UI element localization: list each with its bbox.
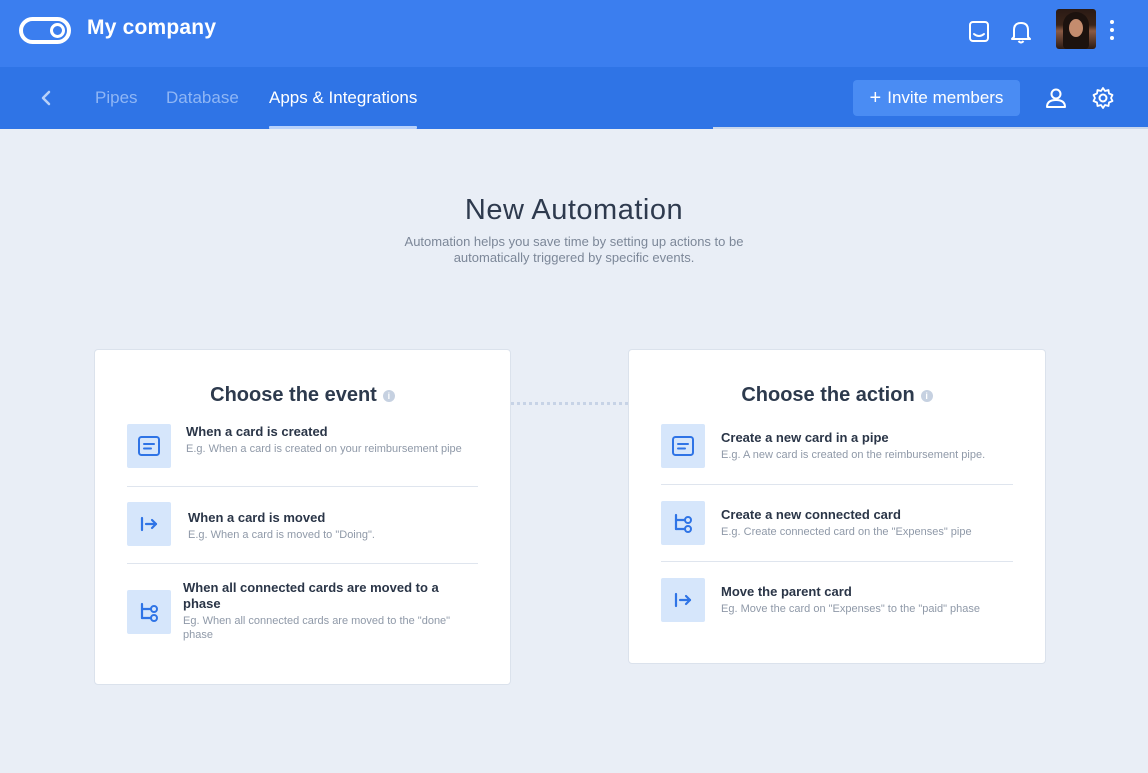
move-arrow-icon [127,502,171,546]
company-name[interactable]: My company [87,16,216,40]
action-item-desc: E.g. Create connected card on the "Expen… [721,526,972,538]
action-panel-title-text: Choose the action [741,384,915,406]
action-item-create-connected-card[interactable]: Create a new connected card E.g. Create … [661,501,1013,547]
action-item-desc: Eg. Move the card on "Expenses" to the "… [721,603,980,615]
plus-icon: + [869,87,882,109]
action-item-desc: E.g. A new card is created on the reimbu… [721,449,986,461]
tab-database[interactable]: Database [166,88,239,129]
card-icon [127,424,171,468]
event-item-title: When a card is moved [188,510,326,525]
action-item-title: Create a new card in a pipe [721,430,889,445]
logo-knob [50,23,65,38]
inbox-icon[interactable] [966,18,992,46]
event-item-connected-cards-moved[interactable]: When all connected cards are moved to a … [127,580,478,644]
gear-icon[interactable] [1090,85,1116,111]
panel-connector [511,402,628,405]
action-item-title: Create a new connected card [721,507,901,522]
divider [661,484,1013,485]
divider [661,561,1013,562]
event-panel: Choose the event i When a card is created… [94,349,511,685]
page-subtitle: Automation helps you save time by settin… [404,234,744,265]
event-item-desc: E.g. When a card is moved to "Doing". [188,529,375,541]
top-bar: My company [0,0,1148,67]
event-panel-title: Choose the event i [95,384,510,407]
sub-navigation: Pipes Database Apps & Integrations + Inv… [0,67,1148,129]
page-title: New Automation [464,194,684,226]
more-vertical-icon[interactable] [1106,20,1118,40]
action-item-create-card[interactable]: Create a new card in a pipe E.g. A new c… [661,424,1013,470]
event-item-desc: E.g. When a card is created on your reim… [186,443,462,455]
logo-icon[interactable] [19,17,71,44]
event-panel-title-text: Choose the event [210,384,377,406]
event-item-title: When all connected cards are moved to a … [183,580,439,611]
connected-cards-icon [661,501,705,545]
event-item-card-created[interactable]: When a card is created E.g. When a card … [127,424,478,470]
info-icon[interactable]: i [920,389,933,402]
invite-members-button[interactable]: + Invite members [853,80,1020,116]
card-icon [661,424,705,468]
connected-cards-icon [127,590,171,634]
info-icon[interactable]: i [382,389,395,402]
user-icon[interactable] [1043,85,1069,111]
invite-members-label: Invite members [887,88,1004,107]
divider [127,563,478,564]
action-item-move-parent-card[interactable]: Move the parent card Eg. Move the card o… [661,578,1013,624]
move-arrow-icon [661,578,705,622]
action-panel-title: Choose the action i [629,384,1045,407]
tab-apps-integrations[interactable]: Apps & Integrations [269,88,418,129]
event-item-desc: Eg. When all connected cards are moved t… [183,615,451,641]
avatar[interactable] [1056,9,1096,49]
event-item-card-moved[interactable]: When a card is moved E.g. When a card is… [127,502,478,548]
action-item-title: Move the parent card [721,584,852,599]
back-chevron-icon[interactable] [36,87,56,109]
action-panel: Choose the action i Create a new card in … [628,349,1046,664]
event-item-title: When a card is created [186,424,328,439]
tab-pipes[interactable]: Pipes [95,88,138,129]
divider [127,486,478,487]
bell-icon[interactable] [1008,18,1034,46]
subnav-divider [713,127,1148,129]
avatar-face [1069,19,1083,37]
